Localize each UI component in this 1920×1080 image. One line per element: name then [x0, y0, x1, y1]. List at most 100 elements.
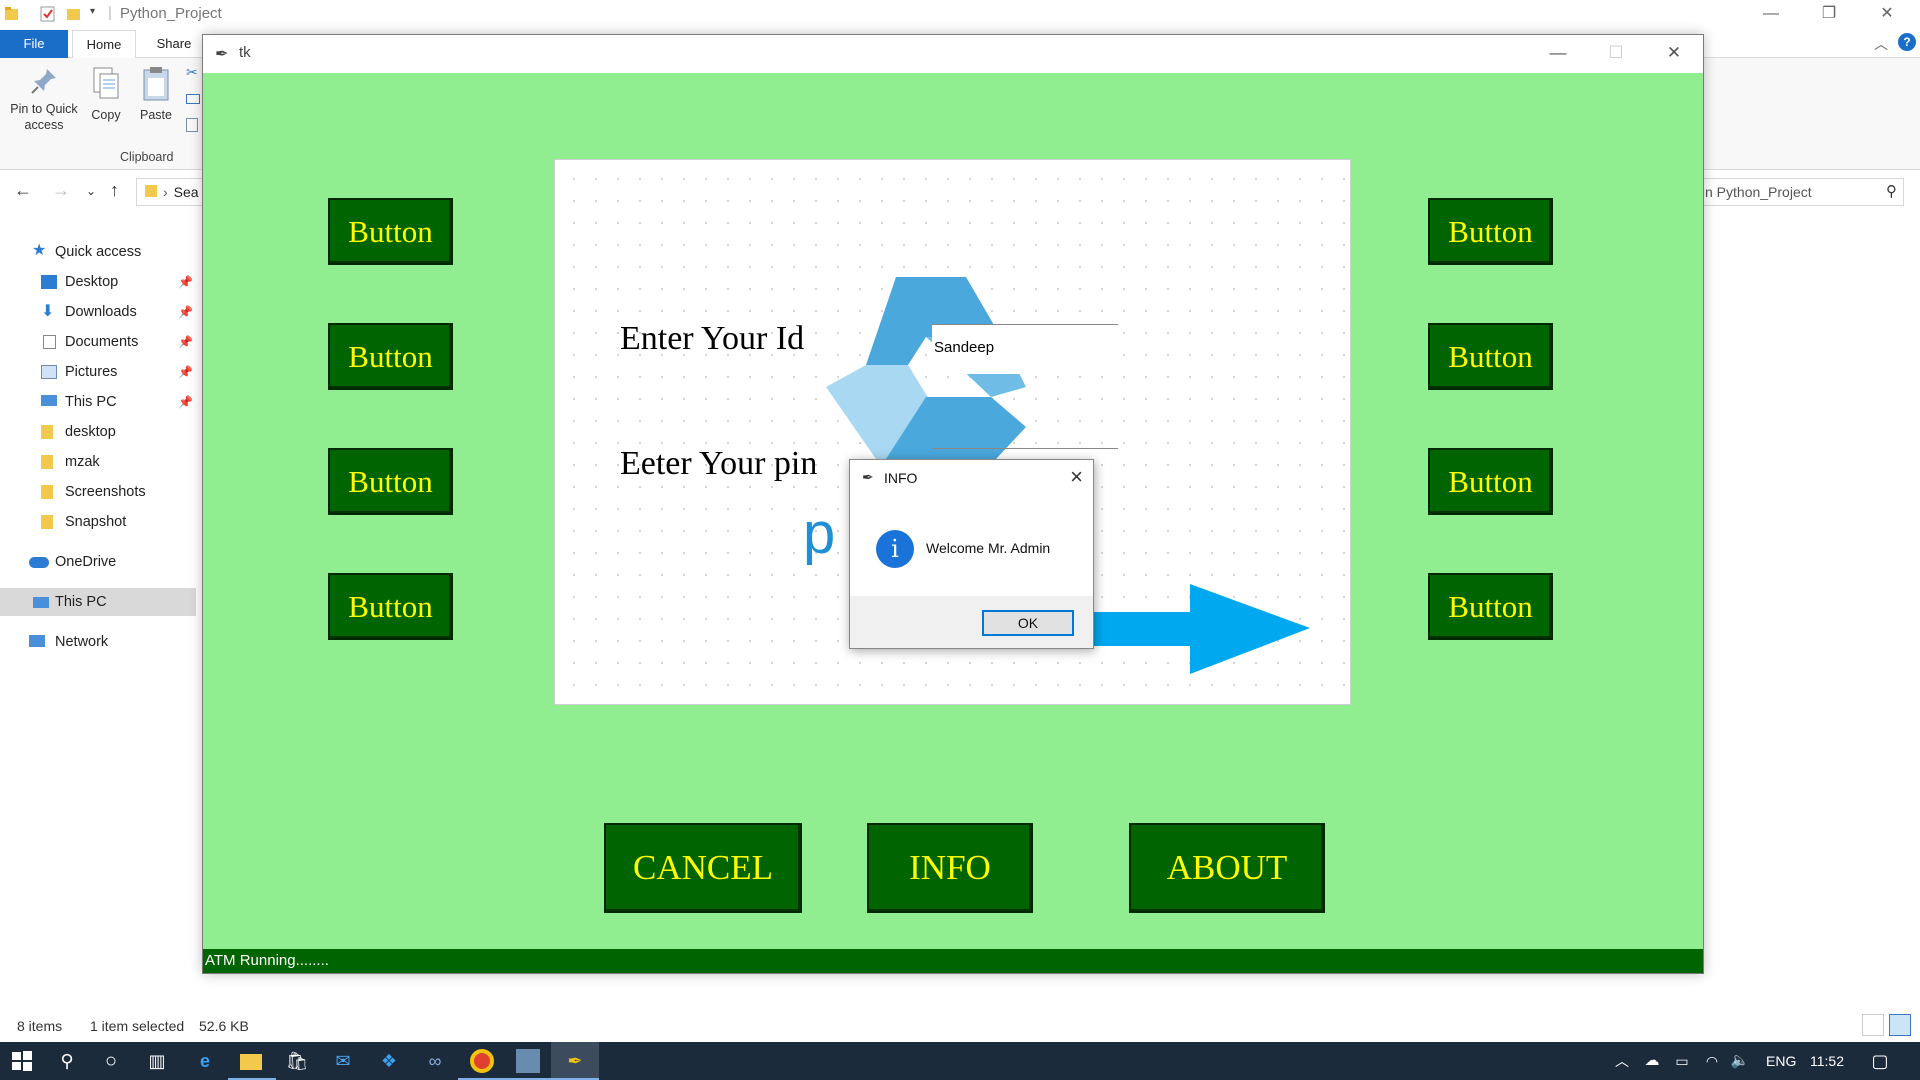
sidebar-item-mzak[interactable]: mzak — [0, 448, 196, 476]
sidebar-item-downloads[interactable]: ⬇ Downloads 📌 — [0, 298, 196, 326]
cut-icon[interactable]: ✂ — [186, 64, 198, 81]
cancel-button[interactable]: CANCEL — [604, 823, 802, 913]
app-taskbar-slot[interactable] — [504, 1042, 552, 1080]
right-button-2[interactable]: Button — [1428, 323, 1553, 390]
edge-icon[interactable]: e — [193, 1049, 217, 1073]
collapse-ribbon-icon[interactable]: ︿ — [1874, 34, 1888, 54]
taskbar: ⚲ ○ ▥ e 🛍 ✉ ❖ ∞ ✒ ︿ ☁ ▭ ◠ 🔈 ENG 11:52 ▢ — [0, 1042, 1920, 1080]
logo-icon — [826, 277, 1026, 459]
infinity-icon[interactable]: ∞ — [423, 1049, 447, 1073]
sidebar-item-documents[interactable]: Documents 📌 — [0, 328, 196, 356]
folder-icon — [41, 455, 53, 469]
search-icon[interactable]: ⚲ — [55, 1049, 79, 1073]
folder-icon — [145, 185, 157, 197]
chrome-taskbar-slot[interactable] — [458, 1042, 506, 1080]
pin-icon — [31, 69, 56, 94]
chrome-icon — [470, 1049, 494, 1073]
sidebar-item-pictures[interactable]: Pictures 📌 — [0, 358, 196, 386]
sidebar-item-this-pc-pinned[interactable]: This PC 📌 — [0, 388, 196, 416]
tab-home[interactable]: Home — [72, 30, 136, 59]
language-indicator[interactable]: ENG — [1766, 1053, 1796, 1069]
tk-maximize-button[interactable]: ☐ — [1587, 35, 1645, 73]
sidebar-item-screenshots[interactable]: Screenshots — [0, 478, 196, 506]
sidebar-label: This PC — [65, 394, 117, 410]
pin-icon: 📌 — [178, 275, 193, 289]
folder-icon — [41, 515, 53, 529]
forward-icon[interactable]: → — [52, 180, 70, 201]
wifi-icon[interactable]: ◠ — [1700, 1049, 1724, 1073]
left-button-1[interactable]: Button — [328, 198, 453, 265]
folder-icon — [41, 425, 53, 439]
tk-minimize-button[interactable]: — — [1529, 35, 1587, 73]
right-button-4[interactable]: Button — [1428, 573, 1553, 640]
clipboard-group-label: Clipboard — [120, 150, 174, 164]
customize-qat-icon[interactable]: ▾ — [90, 6, 95, 17]
store-icon[interactable]: 🛍 — [285, 1049, 309, 1073]
left-button-2[interactable]: Button — [328, 323, 453, 390]
sidebar-item-quick-access[interactable]: ★ Quick access — [0, 238, 196, 266]
this-pc-icon — [41, 395, 57, 406]
details-view-icon[interactable] — [1862, 1014, 1884, 1036]
right-button-3[interactable]: Button — [1428, 448, 1553, 515]
back-icon[interactable]: ← — [14, 180, 32, 201]
up-icon[interactable]: ↑ — [110, 180, 119, 201]
ok-button[interactable]: OK — [982, 610, 1074, 636]
start-icon[interactable] — [10, 1049, 34, 1073]
sidebar-item-this-pc[interactable]: This PC — [0, 588, 196, 616]
left-button-4[interactable]: Button — [328, 573, 453, 640]
recent-locations-icon[interactable]: ⌄ — [86, 184, 96, 198]
id-input[interactable]: Sandeep — [932, 324, 1118, 374]
paste-shortcut-icon[interactable] — [186, 118, 198, 132]
info-button[interactable]: INFO — [867, 823, 1033, 913]
close-button[interactable]: ✕ — [1858, 0, 1916, 30]
sidebar-item-desktop[interactable]: Desktop 📌 — [0, 268, 196, 296]
atm-status-bar: ATM Running........ — [203, 949, 1703, 973]
pin-input[interactable] — [932, 448, 1118, 449]
tab-share[interactable]: Share — [146, 30, 202, 58]
properties-icon[interactable] — [40, 6, 55, 22]
sidebar-label: desktop — [65, 424, 116, 440]
tk-close-button[interactable]: ✕ — [1645, 35, 1703, 73]
minimize-button[interactable]: — — [1742, 0, 1800, 30]
logo-letter: p — [803, 501, 836, 566]
volume-icon[interactable]: 🔈 — [1728, 1049, 1752, 1073]
right-button-1[interactable]: Button — [1428, 198, 1553, 265]
tab-file[interactable]: File — [0, 30, 68, 58]
paste-button[interactable]: Paste — [136, 66, 176, 123]
network-icon — [29, 635, 45, 647]
left-button-3[interactable]: Button — [328, 448, 453, 515]
sidebar-item-onedrive[interactable]: OneDrive — [0, 548, 196, 576]
pin-to-quick-access-button[interactable]: Pin to Quick access — [4, 66, 84, 133]
sidebar-item-desktop-folder[interactable]: desktop — [0, 418, 196, 446]
explorer-taskbar-slot[interactable] — [228, 1042, 276, 1080]
sidebar-label: Quick access — [55, 244, 142, 260]
show-hidden-icons-icon[interactable]: ︿ — [1610, 1049, 1634, 1073]
copy-path-icon[interactable] — [186, 94, 200, 104]
paste-label: Paste — [140, 108, 172, 122]
this-pc-icon — [33, 597, 49, 608]
cortana-icon[interactable]: ○ — [99, 1049, 123, 1073]
restore-button[interactable]: ❐ — [1800, 0, 1858, 30]
dialog-title: INFO — [884, 470, 918, 486]
python-taskbar-slot[interactable]: ✒ — [551, 1042, 599, 1080]
new-folder-icon[interactable] — [66, 6, 81, 22]
help-icon[interactable]: ? — [1898, 33, 1916, 51]
sidebar-item-snapshot[interactable]: Snapshot — [0, 508, 196, 536]
notifications-icon[interactable]: ▢ — [1868, 1049, 1892, 1073]
pin-label: Pin to Quick access — [10, 102, 78, 132]
dropbox-icon[interactable]: ❖ — [377, 1049, 401, 1073]
search-placeholder: n Python_Project — [1705, 184, 1812, 200]
large-icons-view-icon[interactable] — [1889, 1014, 1911, 1036]
mail-icon[interactable]: ✉ — [331, 1049, 355, 1073]
pin-icon: 📌 — [178, 305, 193, 319]
task-view-icon[interactable]: ▥ — [145, 1049, 169, 1073]
sidebar-item-network[interactable]: Network — [0, 628, 196, 656]
search-input[interactable]: n Python_Project ⚲ — [1700, 178, 1904, 206]
battery-icon[interactable]: ▭ — [1670, 1049, 1694, 1073]
clock[interactable]: 11:52 — [1810, 1053, 1844, 1069]
onedrive-tray-icon[interactable]: ☁ — [1640, 1049, 1664, 1073]
dialog-close-icon[interactable]: × — [1070, 464, 1083, 490]
copy-button[interactable]: Copy — [86, 66, 126, 123]
desktop-icon — [41, 275, 57, 289]
about-button[interactable]: ABOUT — [1129, 823, 1325, 913]
